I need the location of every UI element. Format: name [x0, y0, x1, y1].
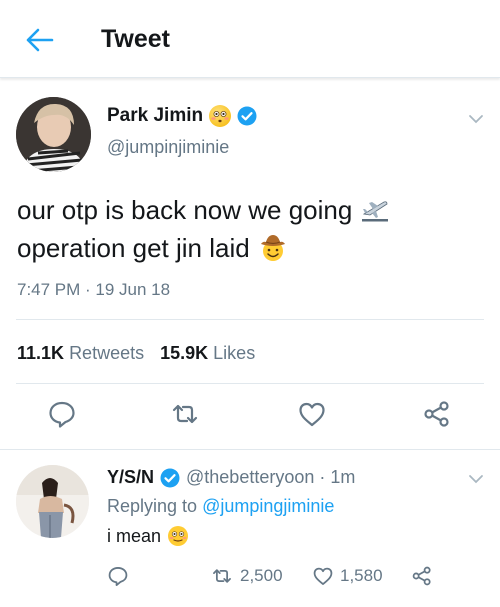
reply-like-button[interactable]: 1,580	[312, 565, 383, 587]
reply-action-bar: 2,500 1,580	[107, 565, 497, 591]
avatar-image	[16, 465, 89, 538]
reply-tweet[interactable]: Y/S/N @thebetteryoon · 1m Replying to @j…	[0, 451, 500, 607]
reply-author-avatar[interactable]	[16, 465, 89, 538]
back-button[interactable]	[24, 24, 56, 56]
reply-retweet-count: 2,500	[240, 566, 283, 585]
divider	[16, 383, 484, 384]
retweet-icon	[213, 569, 231, 583]
reply-header: Y/S/N @thebetteryoon · 1m	[107, 467, 355, 488]
retweet-icon[interactable]	[170, 399, 200, 429]
reply-text: i mean	[107, 525, 162, 546]
retweets-label: Retweets	[69, 343, 145, 363]
main-tweet: Park Jimin @jumpinjiminie our otp is bac…	[0, 79, 500, 450]
avatar-image	[16, 97, 91, 172]
retweets-stat[interactable]: 11.1K Retweets	[17, 343, 144, 364]
cowboy-hat-face-emoji-icon	[260, 235, 285, 261]
like-icon[interactable]	[297, 399, 327, 429]
divider	[16, 319, 484, 320]
chevron-down-icon[interactable]	[466, 109, 486, 129]
tweet-text-line-2: operation get jin laid	[17, 233, 250, 263]
reply-icon	[108, 567, 128, 587]
tweet-action-bar	[0, 399, 500, 439]
like-icon	[313, 567, 333, 585]
reply-share-button[interactable]	[411, 565, 433, 587]
smiling-face-emoji-icon	[168, 526, 189, 546]
verified-badge-icon	[237, 106, 257, 126]
verified-badge-icon	[160, 468, 180, 487]
reply-author-name[interactable]: Y/S/N	[107, 467, 154, 488]
reply-body: i mean	[107, 525, 189, 547]
likes-stat[interactable]: 15.9K Likes	[160, 343, 255, 364]
share-icon	[412, 566, 431, 586]
tweet-line-2: operation get jin laid	[17, 229, 487, 267]
reply-retweet-button[interactable]: 2,500	[210, 565, 283, 587]
page-title: Tweet	[101, 25, 170, 53]
mention-link[interactable]: @jumpingjiminie	[202, 496, 334, 516]
tweet-timestamp: 7:47 PM · 19 Jun 18	[17, 280, 171, 299]
tweet-line-1: our otp is back now we going	[17, 191, 487, 229]
flushed-face-emoji-icon	[209, 105, 232, 127]
top-app-bar: Tweet	[0, 0, 500, 78]
reply-icon[interactable]	[47, 399, 77, 429]
replying-prefix: Replying to	[107, 496, 198, 516]
reply-like-count: 1,580	[340, 566, 383, 585]
tweet-stats: 11.1K Retweets 15.9K Likes	[17, 343, 255, 364]
tweet-text-line-1: our otp is back now we going	[17, 195, 353, 225]
likes-count: 15.9K	[160, 343, 209, 363]
author-name-text: Park Jimin	[107, 105, 204, 126]
share-icon[interactable]	[422, 399, 452, 429]
retweets-count: 11.1K	[17, 343, 65, 363]
author-name[interactable]: Park Jimin	[107, 105, 257, 127]
author-avatar[interactable]	[16, 97, 91, 172]
reply-reply-button[interactable]	[107, 565, 129, 587]
airplane-departure-emoji-icon	[362, 201, 389, 222]
arrow-left-icon	[26, 28, 54, 52]
chevron-down-icon[interactable]	[466, 469, 486, 489]
author-handle[interactable]: @jumpinjiminie	[107, 137, 229, 158]
likes-label: Likes	[213, 343, 256, 363]
replying-to: Replying to @jumpingjiminie	[107, 496, 334, 517]
tweet-body: our otp is back now we going operation g…	[17, 191, 487, 267]
reply-handle-time[interactable]: @thebetteryoon · 1m	[186, 467, 355, 488]
